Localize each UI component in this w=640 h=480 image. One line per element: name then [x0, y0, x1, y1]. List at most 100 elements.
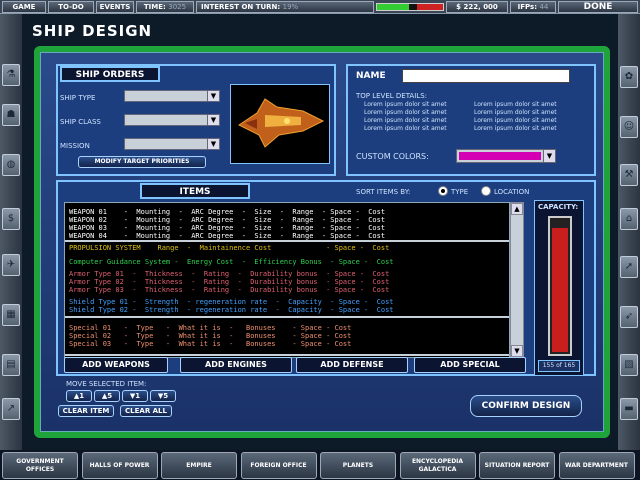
rail-arrow-icon[interactable]: ➚	[620, 256, 638, 278]
bottom-tab-empire[interactable]: EMPIRE	[161, 452, 237, 479]
name-label: NAME	[356, 71, 386, 81]
move-down-1-label: 1	[135, 392, 141, 400]
custom-colors-label: CUSTOM COLORS:	[356, 152, 429, 161]
money-display: $ 222, 000	[446, 1, 508, 13]
item-row[interactable]: Computer Guidance System - Energy Cost -…	[69, 258, 394, 266]
bottom-tab-war-department[interactable]: WAR DEPARTMENT	[558, 452, 635, 479]
capacity-value: 155 of 165	[538, 360, 580, 372]
time-value: 3025	[168, 3, 187, 11]
scroll-down-icon[interactable]: ▼	[511, 345, 523, 357]
time-label: TIME:	[143, 3, 166, 11]
confirm-design-button[interactable]: CONFIRM DESIGN	[470, 395, 582, 417]
details-text: Lorem ipsum dolor sit amet	[474, 117, 557, 124]
rail-person-icon[interactable]: ☺	[620, 116, 638, 138]
modify-target-priorities-button[interactable]: MODIFY TARGET PRIORITIES	[78, 156, 206, 168]
item-row[interactable]: Special 03 - Type - What it is - Bonuses…	[69, 340, 351, 348]
details-text: Lorem ipsum dolor sit amet	[474, 125, 557, 132]
bottom-tab-encyclopedia-galactica[interactable]: ENCYCLOPEDIA GALACTICA	[399, 452, 476, 479]
sort-location-radio[interactable]	[481, 186, 491, 196]
custom-colors-select[interactable]: ▼	[456, 149, 556, 163]
chevron-down-icon: ▼	[207, 91, 219, 101]
rail-globe-icon[interactable]: ✿	[620, 66, 638, 88]
item-row[interactable]: Shield Type 02 - Strength - regeneration…	[69, 306, 394, 314]
clear-all-button[interactable]: CLEAR ALL	[120, 405, 172, 417]
move-down-1-button[interactable]: ▼1	[122, 390, 148, 402]
rail-money-icon[interactable]: $	[2, 208, 20, 230]
rail-tools-icon[interactable]: ⚒	[620, 164, 638, 186]
move-up-1-button[interactable]: ▲1	[66, 390, 92, 402]
item-row[interactable]: Special 02 - Type - What it is - Bonuses…	[69, 332, 351, 340]
details-text: Lorem ipsum dolor sit amet	[474, 101, 557, 108]
bottom-tab-planets[interactable]: PLANETS	[320, 452, 396, 479]
page-title: SHIP DESIGN	[32, 22, 153, 40]
clear-item-button[interactable]: CLEAR ITEM	[58, 405, 114, 417]
rail-rocket-icon[interactable]: ➶	[620, 306, 638, 328]
interest-meter	[376, 3, 444, 11]
ship-class-select[interactable]: ▼	[124, 114, 220, 126]
game-menu-button[interactable]: GAME MENU	[2, 1, 46, 21]
events-button[interactable]: EVENTS	[96, 1, 134, 13]
move-up-5-label: 5	[107, 392, 113, 400]
rail-tank-icon[interactable]: ▬	[620, 398, 638, 420]
rail-group-icon[interactable]: ☗	[2, 104, 20, 126]
rail-buildings-icon[interactable]: ⌂	[620, 208, 638, 230]
item-row[interactable]: Shield Type 01 - Strength - regeneration…	[69, 298, 394, 306]
item-row[interactable]: WEAPON 02 - Mounting - ARC Degree - Size…	[69, 216, 385, 224]
done-button[interactable]: DONE	[558, 1, 638, 13]
move-down-5-button[interactable]: ▼5	[150, 390, 176, 402]
rail-ship-icon[interactable]: ✈	[2, 254, 20, 276]
details-col-left: Lorem ipsum dolor sit amet Lorem ipsum d…	[364, 101, 447, 133]
details-text: Lorem ipsum dolor sit amet	[364, 117, 447, 124]
ifps-value: 44	[539, 3, 549, 11]
rail-grid-icon[interactable]: ▧	[620, 354, 638, 376]
bottom-tab-halls-of-power[interactable]: HALLS OF POWER	[81, 452, 158, 479]
bottom-tab-government-offices[interactable]: GOVERNMENT OFFICES	[2, 452, 78, 479]
name-input[interactable]	[402, 69, 570, 83]
item-row[interactable]: WEAPON 03 - Mounting - ARC Degree - Size…	[69, 224, 385, 232]
rail-chart-icon[interactable]: ↗	[2, 398, 20, 420]
capacity-bar	[548, 216, 572, 356]
item-row[interactable]: Armor Type 02 - Thickness - Rating - Dur…	[69, 278, 389, 286]
add-weapons-button[interactable]: ADD WEAPONS	[64, 357, 168, 373]
item-row[interactable]: WEAPON 04 - Mounting - ARC Degree - Size…	[69, 232, 385, 240]
move-up-5-button[interactable]: ▲5	[94, 390, 120, 402]
capacity-fill	[552, 228, 568, 352]
todo-list-button[interactable]: TO-DO LIST	[48, 1, 94, 21]
add-special-button[interactable]: ADD SPECIAL	[414, 357, 526, 373]
items-header: ITEMS	[140, 183, 250, 199]
ship-type-label: SHIP TYPE	[60, 94, 96, 102]
interest-label: INTEREST ON TURN:	[201, 3, 281, 11]
add-engines-button[interactable]: ADD ENGINES	[180, 357, 292, 373]
details-col-right: Lorem ipsum dolor sit amet Lorem ipsum d…	[474, 101, 557, 133]
top-level-details-label: TOP LEVEL DETAILS:	[356, 92, 427, 100]
item-row[interactable]: Special 01 - Type - What it is - Bonuses…	[69, 324, 351, 332]
move-up-1-label: 1	[79, 392, 85, 400]
item-row[interactable]: Armor Type 03 - Thickness - Rating - Dur…	[69, 286, 389, 294]
rail-cargo-icon[interactable]: ▤	[2, 354, 20, 376]
items-scrollbar[interactable]: ▲ ▼	[510, 202, 524, 358]
mission-select[interactable]: ▼	[124, 138, 220, 150]
rail-planet-icon[interactable]: ◍	[2, 154, 20, 176]
bottom-tab-situation-report[interactable]: SITUATION REPORT	[479, 452, 555, 479]
time-display: TIME: 3025	[136, 1, 194, 13]
details-text: Lorem ipsum dolor sit amet	[364, 101, 447, 108]
list-separator	[65, 354, 509, 356]
interest-value: 19%	[282, 3, 299, 11]
scroll-up-icon[interactable]: ▲	[511, 203, 523, 215]
rail-city-icon[interactable]: ▦	[2, 304, 20, 326]
interest-display: INTEREST ON TURN: 19%	[196, 1, 374, 13]
ifps-label: IFPs:	[517, 3, 537, 11]
item-row[interactable]: PROPULSION SYSTEM Range - Maintainence C…	[69, 244, 389, 252]
items-list[interactable]: WEAPON 01 - Mounting - ARC Degree - Size…	[64, 202, 510, 358]
rail-flask-icon[interactable]: ⚗	[2, 64, 20, 86]
ship-type-select[interactable]: ▼	[124, 90, 220, 102]
details-text: Lorem ipsum dolor sit amet	[364, 125, 447, 132]
item-row[interactable]: WEAPON 01 - Mounting - ARC Degree - Size…	[69, 208, 385, 216]
sort-type-radio[interactable]	[438, 186, 448, 196]
item-row[interactable]: Armor Type 01 - Thickness - Rating - Dur…	[69, 270, 389, 278]
ship-preview	[230, 84, 330, 164]
list-separator	[65, 240, 509, 242]
list-separator	[65, 316, 509, 318]
add-defense-button[interactable]: ADD DEFENSE	[296, 357, 408, 373]
bottom-tab-foreign-office[interactable]: FOREIGN OFFICE	[240, 452, 317, 479]
